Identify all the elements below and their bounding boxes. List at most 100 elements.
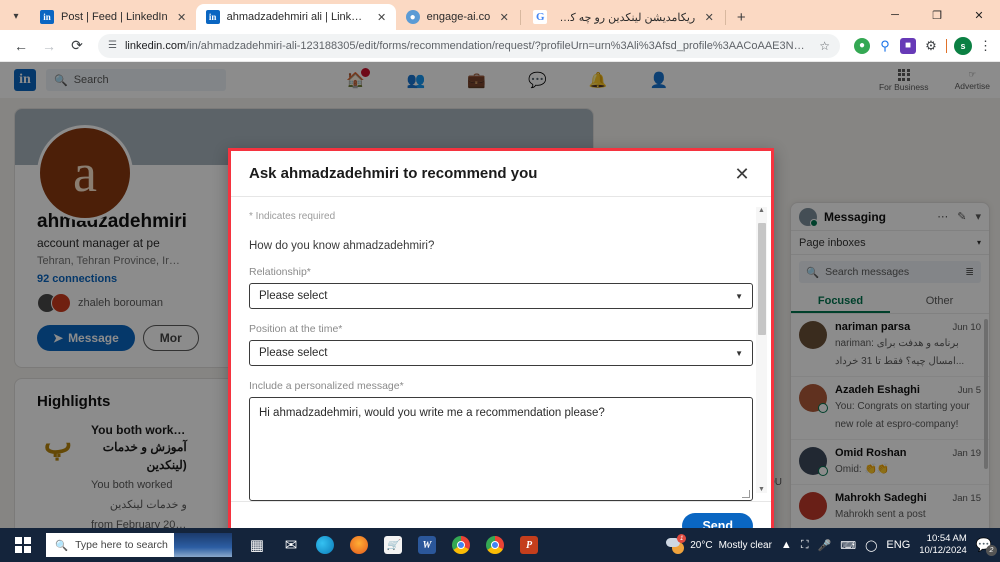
tab-title: Post | Feed | LinkedIn <box>61 11 168 23</box>
taskbar-tray: 1 20°C Mostly clear ▲ ⛶ 🎤 ⌨ ◯ ENG 10:54 … <box>666 533 1000 557</box>
window-controls: ─ ❐ ✕ <box>874 0 1000 30</box>
minimize-button[interactable]: ─ <box>874 0 916 30</box>
tab-strip: ▾ in Post | Feed | LinkedIn ✕ in ahmadza… <box>0 0 1000 30</box>
relationship-select[interactable]: Please select ▼ <box>249 283 753 309</box>
browser-tab-2-active[interactable]: in ahmadzadehmiri ali | LinkedIn ✕ <box>195 4 396 30</box>
linkedin-icon: in <box>205 10 220 24</box>
browser-tab-4[interactable]: G ریکامدیشن لینکدین رو چه کسانی ✕ <box>523 4 723 30</box>
tab-title: ahmadzadehmiri ali | LinkedIn <box>226 11 368 23</box>
relationship-value: Please select <box>259 290 328 302</box>
mail-icon[interactable]: ✉ <box>274 528 308 562</box>
scrollbar-thumb[interactable] <box>757 223 766 335</box>
taskbar-clock[interactable]: 10:54 AM 10/12/2024 <box>919 533 967 557</box>
tab-divider <box>725 10 727 25</box>
browser-tab-3[interactable]: ● engage-ai.co ✕ <box>396 4 519 30</box>
weather-temp: 20°C <box>690 539 713 551</box>
clock-date: 10/12/2024 <box>919 545 967 556</box>
taskbar-search-input[interactable]: 🔍 Type here to search <box>46 533 232 557</box>
address-bar-url: linkedin.com/in/ahmadzadehmiri-ali-12318… <box>124 39 812 52</box>
chrome-icon[interactable] <box>444 528 478 562</box>
chrome-beta-icon[interactable] <box>478 528 512 562</box>
taskbar-search-placeholder: Type here to search <box>75 539 168 551</box>
notification-center-icon[interactable]: 💬 2 <box>976 537 997 556</box>
windows-taskbar: 🔍 Type here to search ▦ ✉ 🛒 W P 1 20°C M… <box>0 528 1000 562</box>
wifi-icon[interactable]: ◯ <box>865 539 877 552</box>
close-icon[interactable]: ✕ <box>375 11 389 24</box>
close-icon[interactable]: ✕ <box>497 11 511 24</box>
position-select[interactable]: Please select ▼ <box>249 340 753 366</box>
edge-icon[interactable] <box>308 528 342 562</box>
grammar-extension-icon[interactable]: ■ <box>900 37 916 54</box>
reload-button[interactable]: ⟳ <box>64 33 90 59</box>
language-indicator[interactable]: ENG <box>886 539 910 551</box>
windows-logo-icon <box>15 537 31 553</box>
extension-icons: ● ⚲ ■ ⚙ s ⋮ <box>848 36 992 55</box>
message-label: Include a personalized message* <box>249 380 404 392</box>
tab-list-chevron-down-icon[interactable]: ▾ <box>2 3 30 29</box>
show-hidden-icons[interactable]: ▲ <box>781 539 792 551</box>
notification-count: 2 <box>986 545 997 556</box>
chevron-down-icon: ▼ <box>735 291 743 301</box>
browser-tab-1[interactable]: in Post | Feed | LinkedIn ✕ <box>30 4 196 30</box>
tab-divider <box>520 10 522 25</box>
message-textarea[interactable]: Hi ahmadzadehmiri, would you write me a … <box>249 397 753 501</box>
required-note: * Indicates required <box>249 211 336 222</box>
microphone-icon[interactable]: 🎤 <box>818 539 832 552</box>
camera-icon[interactable]: ⛶ <box>801 539 809 552</box>
close-icon[interactable]: ✕ <box>731 165 753 183</box>
close-icon[interactable]: ✕ <box>175 11 189 24</box>
word-icon[interactable]: W <box>410 528 444 562</box>
powerpoint-icon[interactable]: P <box>512 528 546 562</box>
weather-icon: 1 <box>666 534 687 554</box>
linkedin-icon: in <box>40 10 54 24</box>
store-icon[interactable]: 🛒 <box>376 528 410 562</box>
task-view-icon[interactable]: ▦ <box>240 528 274 562</box>
adblock-icon[interactable]: ● <box>854 37 870 54</box>
maximize-button[interactable]: ❐ <box>916 0 958 30</box>
weather-badge: 1 <box>677 534 687 543</box>
weather-condition: Mostly clear <box>718 539 772 551</box>
taskbar-apps: ▦ ✉ 🛒 W P <box>240 528 546 562</box>
address-bar[interactable]: ☰ linkedin.com/in/ahmadzadehmiri-ali-123… <box>98 33 840 58</box>
tab-title: engage-ai.co <box>426 11 491 23</box>
weather-widget[interactable]: 1 20°C Mostly clear <box>666 534 772 554</box>
clock-time: 10:54 AM <box>926 533 967 545</box>
browser-toolbar: ← → ⟳ ☰ linkedin.com/in/ahmadzadehmiri-a… <box>0 30 1000 62</box>
close-icon[interactable]: ✕ <box>702 11 716 24</box>
keyboard-icon[interactable]: ⌨ <box>840 539 856 552</box>
bookmark-star-icon[interactable]: ☆ <box>819 39 830 53</box>
forward-button: → <box>42 37 56 54</box>
modal-body: * Indicates required How do you know ahm… <box>231 197 771 501</box>
relationship-label: Relationship* <box>249 266 311 278</box>
site-settings-icon[interactable]: ☰ <box>108 40 117 51</box>
modal-scrollbar[interactable]: ▲ ▼ <box>756 207 767 493</box>
browser-window: ▾ in Post | Feed | LinkedIn ✕ in ahmadza… <box>0 0 1000 562</box>
start-button[interactable] <box>0 528 46 562</box>
browser-menu-icon[interactable]: ⋮ <box>979 38 992 54</box>
relationship-question: How do you know ahmadzadehmiri? <box>249 240 435 252</box>
scroll-up-icon[interactable]: ▲ <box>758 207 765 214</box>
search-icon: 🔍 <box>55 539 69 552</box>
firefox-icon[interactable] <box>342 528 376 562</box>
position-field: Position at the time* Please select ▼ <box>249 323 753 366</box>
google-icon: G <box>533 10 548 24</box>
scroll-down-icon[interactable]: ▼ <box>758 486 765 493</box>
window-close-button[interactable]: ✕ <box>958 0 1000 30</box>
puzzle-extension-icon[interactable]: ⚙ <box>923 37 939 54</box>
back-button[interactable]: ← <box>8 33 34 59</box>
resize-handle[interactable] <box>742 490 750 498</box>
tab-title: ریکامدیشن لینکدین رو چه کسانی <box>554 11 696 24</box>
recommendation-request-modal: Ask ahmadzadehmiri to recommend you ✕ * … <box>228 148 774 540</box>
message-value: Hi ahmadzadehmiri, would you write me a … <box>259 407 605 419</box>
tray-icons: ▲ ⛶ 🎤 ⌨ ◯ ENG <box>781 539 910 552</box>
relationship-field: Relationship* Please select ▼ <box>249 266 753 309</box>
search-thumbnail <box>174 533 232 557</box>
modal-title: Ask ahmadzadehmiri to recommend you <box>249 165 538 182</box>
profile-avatar[interactable]: s <box>954 36 972 55</box>
search-extension-icon[interactable]: ⚲ <box>877 37 893 54</box>
new-tab-button[interactable]: + <box>728 4 754 30</box>
globe-icon: ● <box>405 10 420 24</box>
position-value: Please select <box>259 347 328 359</box>
modal-header: Ask ahmadzadehmiri to recommend you ✕ <box>231 151 771 197</box>
message-field: Include a personalized message* Hi ahmad… <box>249 380 753 501</box>
